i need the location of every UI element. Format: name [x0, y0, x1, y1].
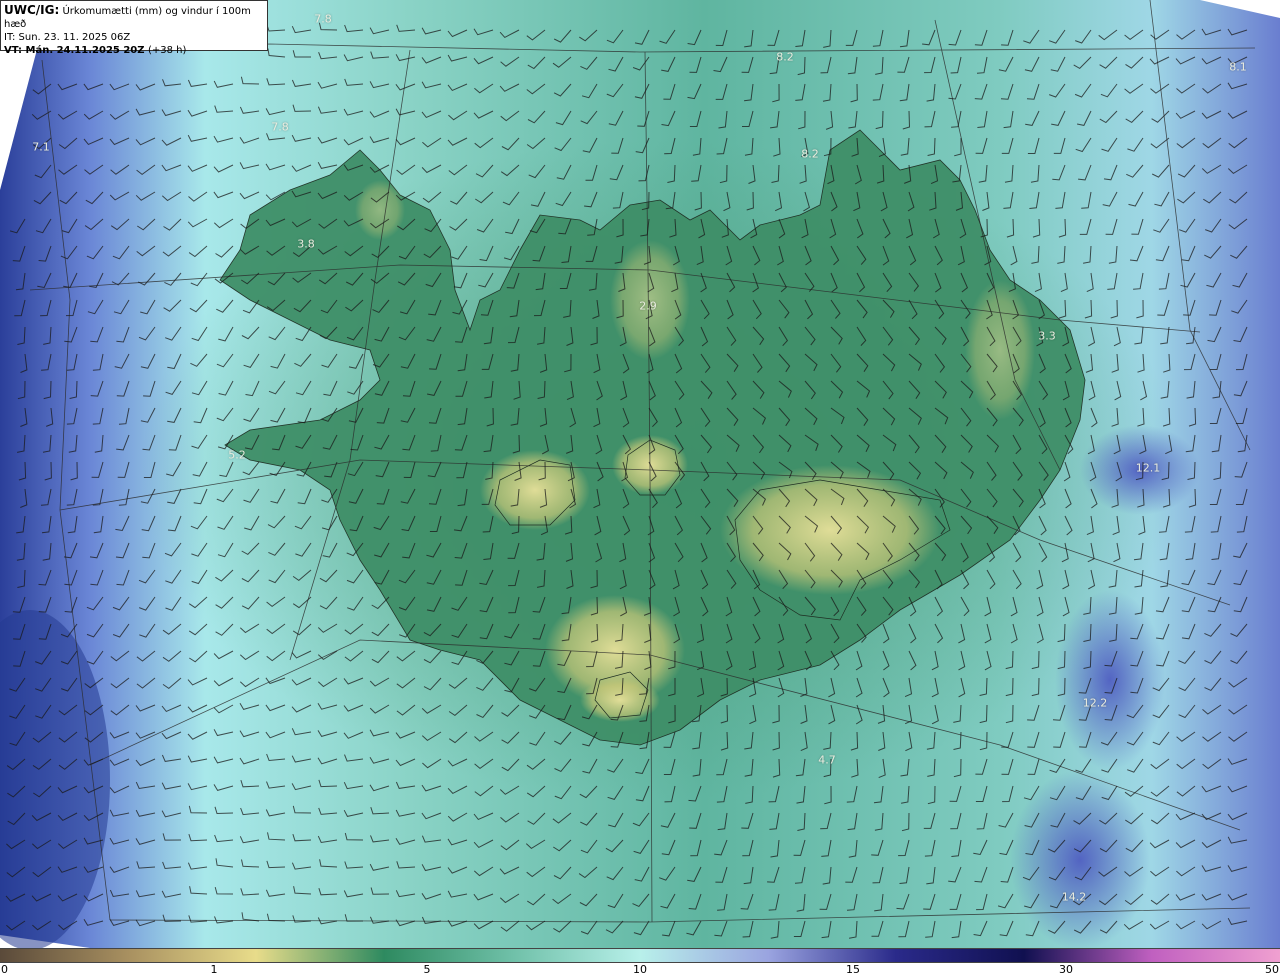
colorbar-tick: 1: [210, 963, 218, 976]
value-label: 7.1: [32, 140, 50, 154]
value-label: 7.8: [314, 12, 332, 26]
value-label: 8.1: [1229, 60, 1247, 74]
map-header: UWC/IG: Úrkomumætti (mm) og vindur í 100…: [0, 0, 268, 56]
valid-time: VT: Mán. 24.11.2025 20Z: [4, 45, 145, 56]
value-label: 12.1: [1135, 461, 1161, 475]
colorbar-ticks: 0 1 5 10 15 30 50: [0, 963, 1280, 978]
init-time: IT: Sun. 23. 11. 2025 06Z: [4, 32, 131, 43]
colorbar-tick: 30: [1059, 963, 1073, 976]
value-label: 14.2: [1061, 890, 1087, 904]
value-label: 4.7: [818, 753, 836, 767]
colorbar-tick: 15: [846, 963, 860, 976]
model-name: UWC/IG:: [4, 3, 60, 17]
value-label: 5.2: [228, 448, 246, 462]
value-label: 8.2: [776, 50, 794, 64]
colorbar-tick: 10: [633, 963, 647, 976]
colorbar-tick: 0: [1, 963, 8, 976]
colorbar-legend: [0, 948, 1280, 963]
valid-offset: (+38 h): [148, 45, 187, 56]
value-label: 8.2: [801, 147, 819, 161]
colorbar-tick: 50: [1265, 963, 1279, 976]
colorbar-tick: 5: [423, 963, 431, 976]
value-label: 3.3: [1038, 329, 1056, 343]
value-label: 2.9: [639, 299, 657, 313]
value-label: 7.8: [271, 120, 289, 134]
weather-map: [0, 0, 1280, 948]
value-label: 12.2: [1082, 696, 1108, 710]
value-label: 3.8: [297, 237, 315, 251]
